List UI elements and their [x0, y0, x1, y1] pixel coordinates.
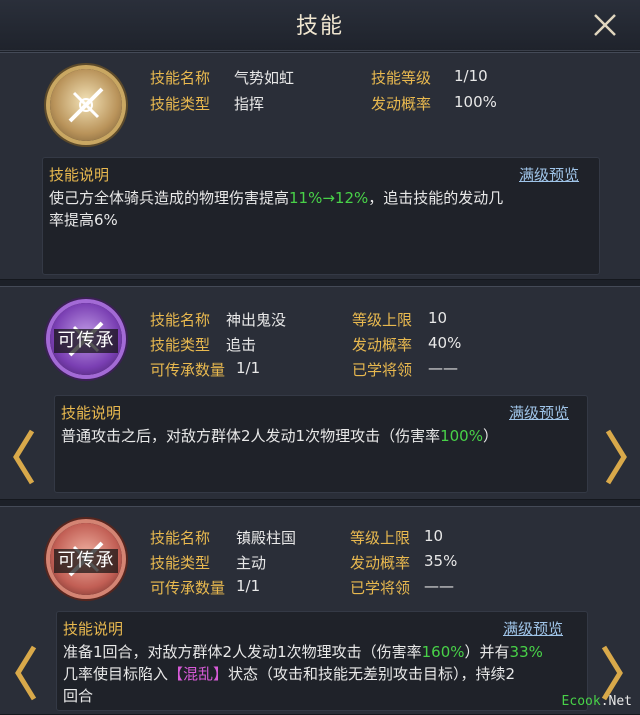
level-cap-value: 10	[428, 309, 448, 327]
chevron-left-icon[interactable]	[10, 427, 38, 487]
skill-type-label: 技能类型	[150, 554, 211, 572]
skill-name-label: 技能名称	[150, 69, 211, 87]
learned-generals-value: ——	[428, 359, 458, 377]
max-level-preview-link[interactable]: 满级预览	[509, 402, 569, 423]
skill-emblem-icon: 可传承	[50, 303, 122, 375]
description-header: 技能说明	[61, 404, 122, 422]
skill-type-label: 技能类型	[150, 95, 211, 113]
level-cap-label: 等级上限	[350, 529, 411, 547]
skill-level-label: 技能等级	[371, 69, 432, 87]
description-text: 普通攻击之后，对敌方群体2人发动1次物理攻击（伤害率100%）	[61, 427, 498, 445]
level-cap-value: 10	[424, 527, 444, 545]
skill-name-value: 气势如虹	[234, 69, 295, 87]
trigger-rate-label: 发动概率	[352, 336, 413, 354]
skill-card: 技能名称 气势如虹 技能类型 指挥 技能等级 1/10 发动概率 100% 技能…	[0, 52, 640, 280]
inherit-count-value: 1/1	[236, 359, 261, 377]
skill-name-value: 镇殿柱国	[236, 529, 297, 547]
skill-type-value: 指挥	[234, 95, 265, 113]
learned-generals-label: 已学将领	[350, 579, 411, 597]
skill-type-label: 技能类型	[150, 336, 211, 354]
learned-generals-label: 已学将领	[352, 361, 413, 379]
trigger-rate-value: 40%	[428, 334, 462, 352]
description-header: 技能说明	[49, 166, 110, 184]
skill-type-value: 追击	[226, 336, 257, 354]
inherit-count-value: 1/1	[236, 577, 261, 595]
inheritable-badge: 可传承	[54, 549, 118, 573]
description-text: 使己方全体骑兵造成的物理伤害提高11%→12%，追击技能的发动几 率提高6%	[49, 189, 504, 229]
description-header: 技能说明	[63, 620, 124, 638]
trigger-rate-value: 35%	[424, 552, 458, 570]
inherit-count-label: 可传承数量	[150, 579, 226, 597]
skill-card: 可传承 技能名称 神出鬼没 技能类型 追击 可传承数量 1/1 等级上限 10 …	[0, 286, 640, 500]
skill-description-box: 技能说明 满级预览 准备1回合，对敌方群体2人发动1次物理攻击（伤害率160%）…	[56, 611, 588, 711]
skill-name-label: 技能名称	[150, 311, 211, 329]
skill-level-value: 1/10	[454, 67, 488, 85]
max-level-preview-link[interactable]: 满级预览	[503, 618, 563, 639]
crossed-swords-icon	[68, 87, 104, 123]
learned-generals-value: ——	[424, 577, 454, 595]
watermark: Ecook.Net	[561, 694, 632, 709]
max-level-preview-link[interactable]: 满级预览	[519, 164, 579, 185]
skill-description-box: 技能说明 满级预览 使己方全体骑兵造成的物理伤害提高11%→12%，追击技能的发…	[42, 157, 600, 275]
title-bar: 技能	[0, 0, 640, 51]
level-cap-label: 等级上限	[352, 311, 413, 329]
skill-card: 可传承 技能名称 镇殿柱国 技能类型 主动 可传承数量 1/1 等级上限 10 …	[0, 506, 640, 715]
skill-name-label: 技能名称	[150, 529, 211, 547]
skill-description-box: 技能说明 满级预览 普通攻击之后，对敌方群体2人发动1次物理攻击（伤害率100%…	[54, 395, 588, 493]
chevron-right-icon[interactable]	[602, 427, 630, 487]
skill-emblem-icon	[50, 69, 122, 141]
inheritable-badge: 可传承	[54, 329, 118, 353]
skill-emblem-icon: 可传承	[50, 523, 122, 595]
chevron-left-icon[interactable]	[12, 643, 40, 703]
close-icon[interactable]	[590, 10, 620, 40]
page-title: 技能	[295, 14, 344, 39]
skill-type-value: 主动	[236, 554, 267, 572]
inherit-count-label: 可传承数量	[150, 361, 226, 379]
trigger-rate-label: 发动概率	[371, 95, 432, 113]
skill-name-value: 神出鬼没	[226, 311, 287, 329]
trigger-rate-label: 发动概率	[350, 554, 411, 572]
description-text: 准备1回合，对敌方群体2人发动1次物理攻击（伤害率160%）并有33% 几率使目标…	[63, 643, 543, 705]
trigger-rate-value: 100%	[454, 93, 497, 111]
